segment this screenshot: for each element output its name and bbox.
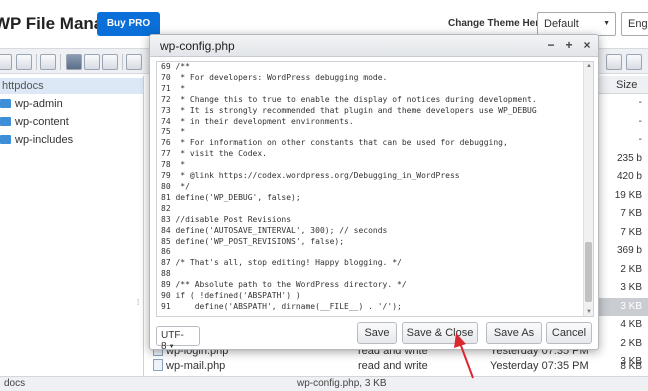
annotation-arrow <box>454 333 474 379</box>
annotation-arrow-line <box>459 342 474 379</box>
annotation-arrow-head <box>454 333 466 348</box>
